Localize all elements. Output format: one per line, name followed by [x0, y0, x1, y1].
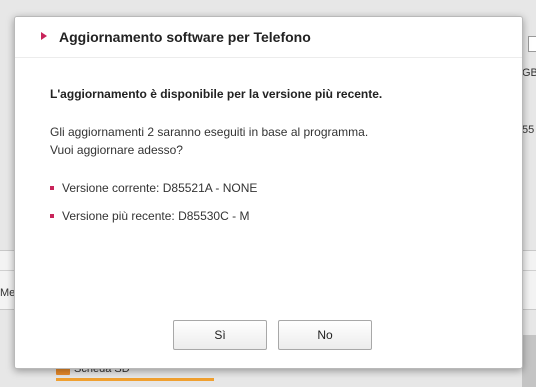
bullet-icon — [50, 214, 54, 218]
update-available-headline: L'aggiornamento è disponibile per la ver… — [50, 87, 383, 101]
dialog-title: Aggiornamento software per Telefono — [59, 29, 311, 45]
latest-version-item: Versione più recente: D85530C - M — [50, 209, 249, 223]
background-checkbox[interactable] — [528, 36, 536, 52]
bullet-icon — [50, 186, 54, 190]
background-scrollbar[interactable] — [522, 335, 536, 387]
message-question: Vuoi aggiornare adesso? — [50, 143, 183, 157]
dialog-header: Aggiornamento software per Telefono — [15, 17, 522, 58]
update-message: Gli aggiornamenti 2 saranno eseguiti in … — [50, 123, 490, 159]
update-dialog: Aggiornamento software per Telefono L'ag… — [14, 16, 523, 369]
background-storage-unit: GB — [522, 67, 536, 79]
sd-card-tab-underline — [56, 378, 214, 381]
yes-button[interactable]: Sì — [173, 320, 267, 350]
latest-version-label: Versione più recente: D85530C - M — [62, 209, 250, 223]
title-arrow-icon — [41, 32, 47, 40]
current-version-label: Versione corrente: D85521A - NONE — [62, 181, 258, 195]
no-button[interactable]: No — [278, 320, 372, 350]
message-line: Gli aggiornamenti 2 saranno eseguiti in … — [50, 125, 369, 139]
current-version-item: Versione corrente: D85521A - NONE — [50, 181, 257, 195]
background-storage-value: 55 — [522, 124, 535, 136]
background-menu-label[interactable]: Me — [0, 287, 15, 299]
